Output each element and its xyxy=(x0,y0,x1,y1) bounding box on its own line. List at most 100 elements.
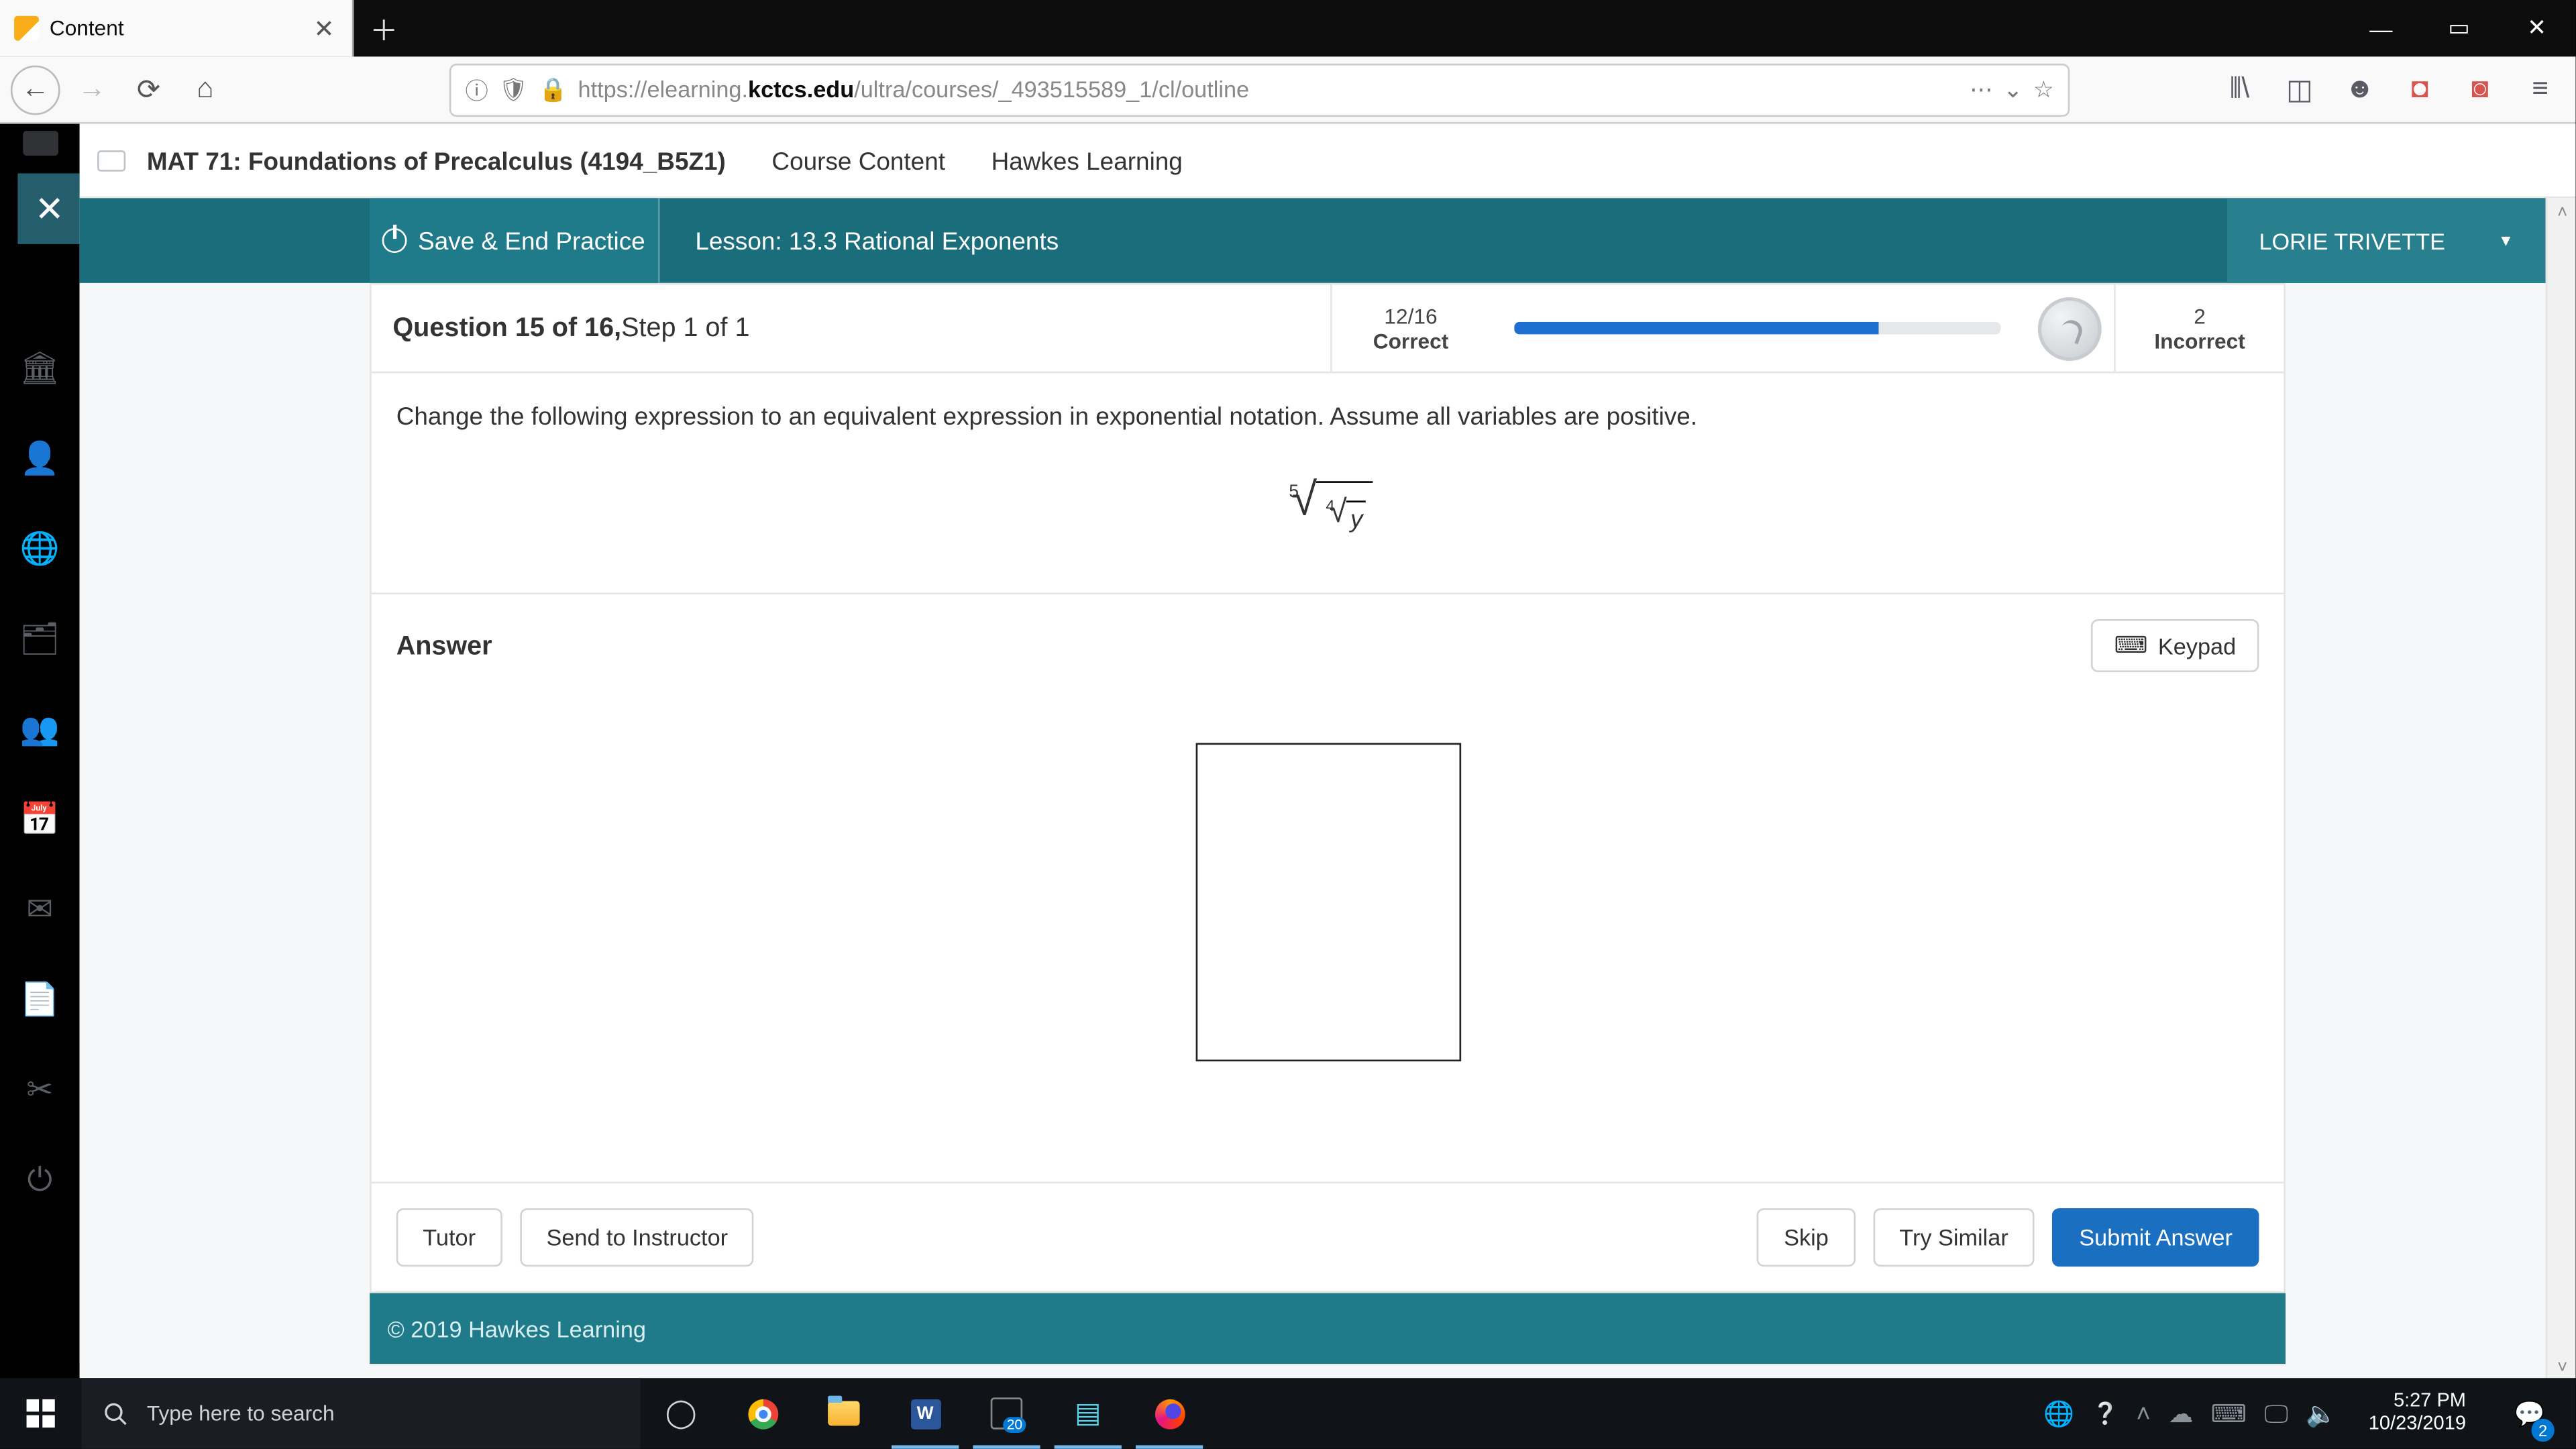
tracking-shield-icon[interactable]: 🛡 xyxy=(499,75,529,103)
math-expression: 5 √ 4 √ y xyxy=(396,476,2259,522)
address-bar[interactable]: ⓘ 🛡 🔒 https://elearning.kctcs.edu/ultra/… xyxy=(449,63,2070,116)
browser-tabstrip: Content ✕ ＋ ― ▭ ✕ xyxy=(0,0,2575,56)
windows-taskbar: Type here to search ◯ W ▤ 🌐 ❔ ˄ ☁ ⌨ 🖵 🔈 … xyxy=(0,1378,2575,1448)
taskbar-app-hawkes[interactable]: ▤ xyxy=(1047,1378,1128,1448)
institution-icon[interactable]: 🏛 xyxy=(19,350,60,387)
tray-volume-icon[interactable]: 🔈 xyxy=(2306,1399,2337,1429)
incorrect-counter: 2 Incorrect xyxy=(2114,285,2284,372)
bookmark-star-icon[interactable]: ☆ xyxy=(2033,75,2054,103)
taskbar-app-graphing[interactable] xyxy=(966,1378,1047,1448)
search-icon xyxy=(103,1400,129,1427)
messages-icon[interactable]: ✉ xyxy=(26,892,53,928)
user-menu[interactable]: LORIE TRIVETTE ▼ xyxy=(2227,198,2546,283)
progress-bar xyxy=(1489,285,2025,372)
scroll-up-icon[interactable]: ˄ xyxy=(2547,198,2576,228)
submit-answer-button[interactable]: Submit Answer xyxy=(2053,1208,2259,1267)
nav-home-button[interactable]: ⌂ xyxy=(180,64,230,114)
library-icon[interactable]: ⫴\ xyxy=(2215,64,2265,114)
course-name: MAT 71: Foundations of Precalculus (4194… xyxy=(147,146,726,174)
nav-forward-button[interactable]: → xyxy=(67,64,117,114)
breadcrumb-hawkes[interactable]: Hawkes Learning xyxy=(991,146,1183,174)
page-actions-icon[interactable]: ⋯ xyxy=(1970,75,1992,103)
action-center-button[interactable]: 💬 2 xyxy=(2498,1378,2561,1448)
start-button[interactable] xyxy=(0,1378,81,1448)
notification-badge: 2 xyxy=(2532,1419,2555,1442)
site-info-icon[interactable]: ⓘ xyxy=(466,72,488,106)
tools-icon[interactable]: ✂ xyxy=(26,1072,53,1109)
tray-network-icon[interactable]: 🖵 xyxy=(2264,1399,2288,1429)
profile-nav-icon[interactable]: 👤 xyxy=(20,441,60,478)
tutor-button[interactable]: Tutor xyxy=(396,1208,502,1267)
taskbar-clock[interactable]: 5:27 PM 10/23/2019 xyxy=(2355,1390,2480,1437)
tab-close-icon[interactable]: ✕ xyxy=(310,13,337,44)
rail-logo[interactable] xyxy=(22,131,58,156)
power-icon xyxy=(382,228,407,253)
answer-input[interactable] xyxy=(1195,743,1460,1062)
course-breadcrumb-bar: MAT 71: Foundations of Precalculus (4194… xyxy=(80,124,2576,199)
question-position: Question 15 of 16, Step 1 of 1 xyxy=(372,285,1330,372)
app-menu-icon[interactable]: ≡ xyxy=(2516,64,2565,114)
lesson-title: Lesson: 13.3 Rational Exponents xyxy=(660,227,1094,255)
profile-icon[interactable]: ☻ xyxy=(2335,64,2385,114)
vertical-scrollbar[interactable]: ˄ ˅ xyxy=(2546,198,2576,1383)
system-tray: 🌐 ❔ ˄ ☁ ⌨ 🖵 🔈 5:27 PM 10/23/2019 💬 2 xyxy=(2043,1378,2575,1448)
sidebar-icon[interactable]: ◫ xyxy=(2275,64,2324,114)
window-close-icon[interactable]: ✕ xyxy=(2498,14,2575,42)
organizations-icon[interactable]: 👥 xyxy=(20,711,60,748)
task-view-button[interactable]: ◯ xyxy=(641,1378,722,1448)
taskbar-app-chrome[interactable] xyxy=(722,1378,803,1448)
save-end-label: Save & End Practice xyxy=(418,227,645,255)
question-prompt: Change the following expression to an eq… xyxy=(396,402,2259,430)
new-tab-button[interactable]: ＋ xyxy=(354,0,414,56)
nav-reload-button[interactable]: ⟳ xyxy=(124,64,174,114)
skip-button[interactable]: Skip xyxy=(1758,1208,1856,1267)
tray-onedrive-icon[interactable]: ☁ xyxy=(2168,1399,2193,1429)
nav-back-button[interactable]: ← xyxy=(11,64,60,114)
taskbar-app-word[interactable]: W xyxy=(885,1378,966,1448)
hawkes-top-bar: Save & End Practice Lesson: 13.3 Rationa… xyxy=(80,198,2546,283)
lock-icon: 🔒 xyxy=(539,75,568,103)
ext-icon-2[interactable]: ◙ xyxy=(2455,64,2505,114)
window-minimize-icon[interactable]: ― xyxy=(2342,15,2420,42)
keypad-button[interactable]: ⌨ Keypad xyxy=(2091,619,2259,672)
answer-heading: Answer xyxy=(396,631,492,661)
save-end-practice-button[interactable]: Save & End Practice xyxy=(370,198,659,283)
breadcrumb-course-content[interactable]: Course Content xyxy=(771,146,945,174)
taskbar-app-explorer[interactable] xyxy=(803,1378,884,1448)
window-restore-icon[interactable]: ▭ xyxy=(2420,14,2498,42)
question-panel: Question 15 of 16, Step 1 of 1 12/16 Cor… xyxy=(370,283,2286,1293)
close-panel-x[interactable]: ✕ xyxy=(17,173,81,244)
try-similar-button[interactable]: Try Similar xyxy=(1873,1208,2035,1267)
mastery-medal-icon xyxy=(2025,285,2114,374)
ext-icon-1[interactable]: ◘ xyxy=(2395,64,2445,114)
pocket-icon[interactable]: ⌄ xyxy=(2003,75,2023,103)
tray-help-icon[interactable]: ❔ xyxy=(2092,1401,2118,1426)
send-instructor-button[interactable]: Send to Instructor xyxy=(520,1208,755,1267)
taskbar-app-firefox[interactable] xyxy=(1128,1378,1210,1448)
search-placeholder: Type here to search xyxy=(147,1401,335,1426)
tray-weather-icon[interactable]: 🌐 xyxy=(2043,1399,2074,1429)
chevron-down-icon: ▼ xyxy=(2498,231,2514,249)
window-controls: ― ▭ ✕ xyxy=(2342,0,2575,56)
taskbar-search[interactable]: Type here to search xyxy=(81,1378,640,1448)
signout-icon[interactable]: ⏻ xyxy=(28,1163,53,1199)
course-card-icon xyxy=(97,150,125,171)
courses-icon[interactable]: 🗂 xyxy=(19,621,60,658)
browser-tab-active[interactable]: Content ✕ xyxy=(0,0,354,56)
tray-chevron-up-icon[interactable]: ˄ xyxy=(2136,1399,2151,1428)
calendar-icon[interactable]: 📅 xyxy=(20,802,60,839)
url-text: https://elearning.kctcs.edu/ultra/course… xyxy=(578,76,1960,103)
tab-favicon xyxy=(14,16,39,41)
correct-counter: 12/16 Correct xyxy=(1330,285,1489,372)
grades-icon[interactable]: 📄 xyxy=(20,982,60,1019)
keypad-icon: ⌨ xyxy=(2114,631,2147,659)
tab-title: Content xyxy=(50,16,310,41)
browser-toolbar: ← → ⟳ ⌂ ⓘ 🛡 🔒 https://elearning.kctcs.ed… xyxy=(0,56,2575,123)
tray-input-icon[interactable]: ⌨ xyxy=(2211,1399,2247,1429)
progress-fill xyxy=(1514,322,1879,334)
hawkes-footer: © 2019 Hawkes Learning xyxy=(370,1293,2286,1364)
blackboard-nav-rail: ✕ 🏛 👤 🌐 🗂 👥 📅 ✉ 📄 ✂ ⏻ xyxy=(0,124,80,1384)
action-bar: Tutor Send to Instructor Skip Try Simila… xyxy=(372,1182,2284,1291)
user-name: LORIE TRIVETTE xyxy=(2259,227,2445,254)
activity-icon[interactable]: 🌐 xyxy=(20,531,60,568)
